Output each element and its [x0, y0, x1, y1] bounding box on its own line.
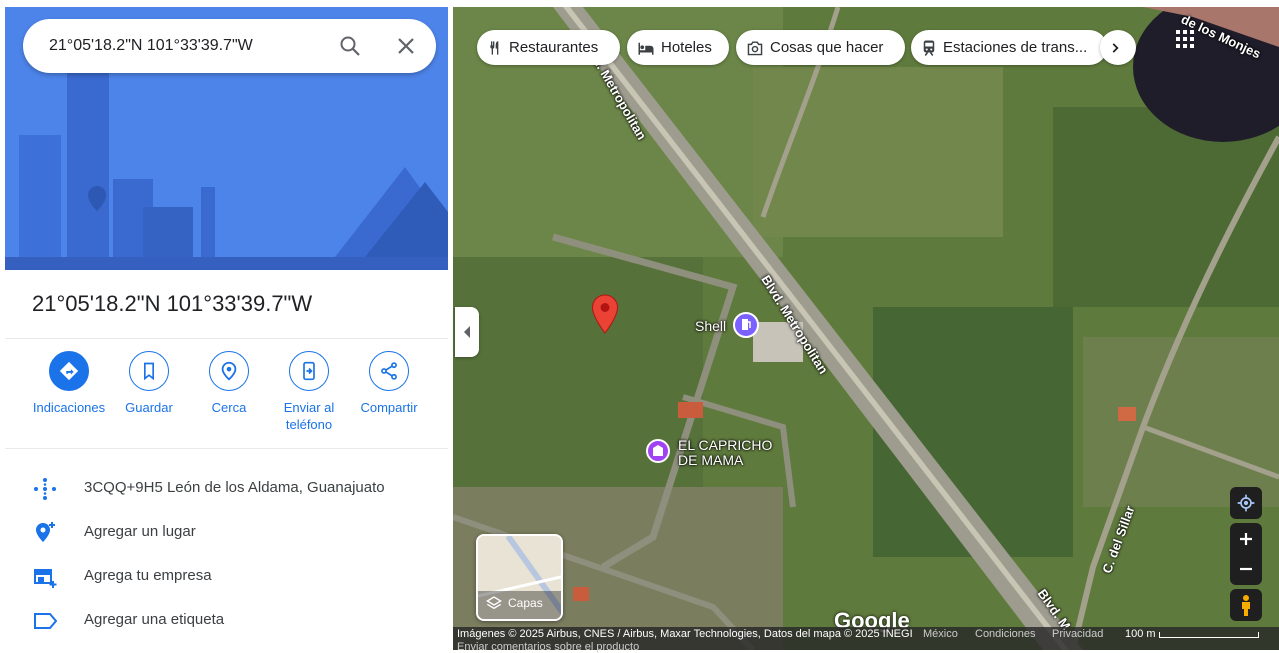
add-place-icon: [36, 522, 55, 542]
chip-hotels-label: Hoteles: [661, 39, 712, 56]
chip-transit-stations[interactable]: Estaciones de trans...: [911, 30, 1107, 65]
country-link[interactable]: México: [923, 628, 958, 640]
poi-purple-icon[interactable]: [646, 439, 670, 463]
chevron-left-icon: [464, 326, 470, 338]
layers-label: Capas: [508, 596, 543, 610]
directions-icon: [59, 361, 79, 381]
divider: [5, 338, 448, 339]
fork-knife-icon: [490, 40, 499, 55]
zoom-controls: [1230, 523, 1262, 585]
camera-icon: [747, 40, 763, 55]
nearby-label: Cerca: [211, 400, 247, 415]
share-label: Compartir: [360, 400, 418, 415]
zoom-out-icon[interactable]: [1239, 562, 1253, 576]
terms-link[interactable]: Condiciones: [975, 628, 1036, 640]
add-place-text: Agregar un lugar: [84, 523, 196, 540]
my-location-button[interactable]: [1230, 487, 1262, 519]
chip-hotels[interactable]: Hoteles: [627, 30, 729, 65]
send-to-phone-icon: [303, 361, 315, 381]
plus-code-text: 3CQQ+9H5 León de los Aldama, Guanajuato: [84, 479, 385, 496]
nearby-button[interactable]: Cerca: [189, 351, 269, 416]
poi-shell-label[interactable]: Shell: [695, 318, 726, 334]
map-footer: Imágenes © 2025 Airbus, CNES / Airbus, M…: [453, 627, 1279, 653]
layers-icon: [486, 596, 502, 610]
pegman-icon: [1242, 595, 1250, 616]
hero-illustration: 21°05'18.2"N 101°33'39.7"W: [5, 7, 448, 270]
place-title: 21°05'18.2"N 101°33'39.7"W: [32, 291, 313, 316]
poi-capricho-label[interactable]: EL CAPRICHO DE MAMA: [678, 438, 772, 468]
send-to-phone-label: Enviar al teléfono: [283, 400, 335, 432]
location-pin-icon[interactable]: [591, 294, 619, 334]
imagery-attribution: Imágenes © 2025 Airbus, CNES / Airbus, M…: [457, 628, 913, 640]
chip-things-to-do-label: Cosas que hacer: [770, 39, 884, 56]
chip-things-to-do[interactable]: Cosas que hacer: [736, 30, 905, 65]
save-label: Guardar: [125, 400, 173, 415]
directions-label: Indicaciones: [32, 400, 106, 415]
search-box[interactable]: 21°05'18.2"N 101°33'39.7"W: [23, 19, 436, 73]
my-location-icon: [1237, 494, 1255, 512]
label-icon: [34, 613, 58, 629]
share-icon: [381, 362, 397, 380]
add-business-row[interactable]: Agrega tu empresa: [5, 554, 448, 598]
share-button[interactable]: Compartir: [349, 351, 429, 416]
scale-label[interactable]: 100 m: [1125, 628, 1156, 640]
poi-capricho-line2: DE MAMA: [678, 452, 744, 468]
plus-code-row[interactable]: 3CQQ+9H5 León de los Aldama, Guanajuato: [5, 466, 448, 510]
add-label-row[interactable]: Agregar una etiqueta: [5, 598, 448, 642]
chip-restaurants-label: Restaurantes: [509, 39, 599, 56]
chevron-right-icon: [1112, 42, 1119, 53]
add-place-row[interactable]: Agregar un lugar: [5, 510, 448, 554]
poi-capricho-line1: EL CAPRICHO: [678, 437, 773, 453]
scale-bar: [1159, 632, 1259, 638]
collapse-panel-button[interactable]: [455, 307, 479, 357]
bookmark-icon: [144, 362, 154, 381]
privacy-link[interactable]: Privacidad: [1052, 628, 1103, 640]
directions-button[interactable]: Indicaciones: [29, 351, 109, 416]
street-view-button[interactable]: [1230, 589, 1262, 621]
map-canvas[interactable]: Blvd. Metropolitan Blvd. Metropolitan C.…: [453, 7, 1279, 650]
gas-station-icon[interactable]: [733, 312, 759, 338]
window-top-edge: [0, 0, 1279, 7]
zoom-in-icon[interactable]: [1239, 532, 1253, 546]
add-business-icon: [34, 569, 57, 588]
bed-icon: [638, 42, 654, 55]
chips-next-button[interactable]: [1100, 30, 1136, 65]
close-icon[interactable]: [394, 34, 418, 58]
satellite-imagery: [453, 7, 1279, 650]
apps-grid-icon[interactable]: [1175, 29, 1195, 49]
layers-button[interactable]: Capas: [476, 534, 563, 621]
divider: [5, 448, 448, 449]
add-business-text: Agrega tu empresa: [84, 567, 212, 584]
chip-transit-label: Estaciones de trans...: [943, 39, 1088, 56]
nearby-icon: [221, 361, 237, 381]
train-icon: [923, 40, 935, 56]
search-input[interactable]: 21°05'18.2"N 101°33'39.7"W: [49, 37, 253, 55]
save-button[interactable]: Guardar: [109, 351, 189, 416]
chip-restaurants[interactable]: Restaurantes: [477, 30, 620, 65]
send-to-phone-button[interactable]: Enviar al teléfono: [269, 351, 349, 433]
feedback-link[interactable]: Enviar comentarios sobre el producto: [457, 641, 639, 653]
search-icon[interactable]: [338, 34, 362, 58]
plus-code-icon: [34, 478, 56, 500]
add-label-text: Agregar una etiqueta: [84, 611, 225, 628]
side-panel: 21°05'18.2"N 101°33'39.7"W 21°05'18.2"N …: [5, 7, 448, 650]
